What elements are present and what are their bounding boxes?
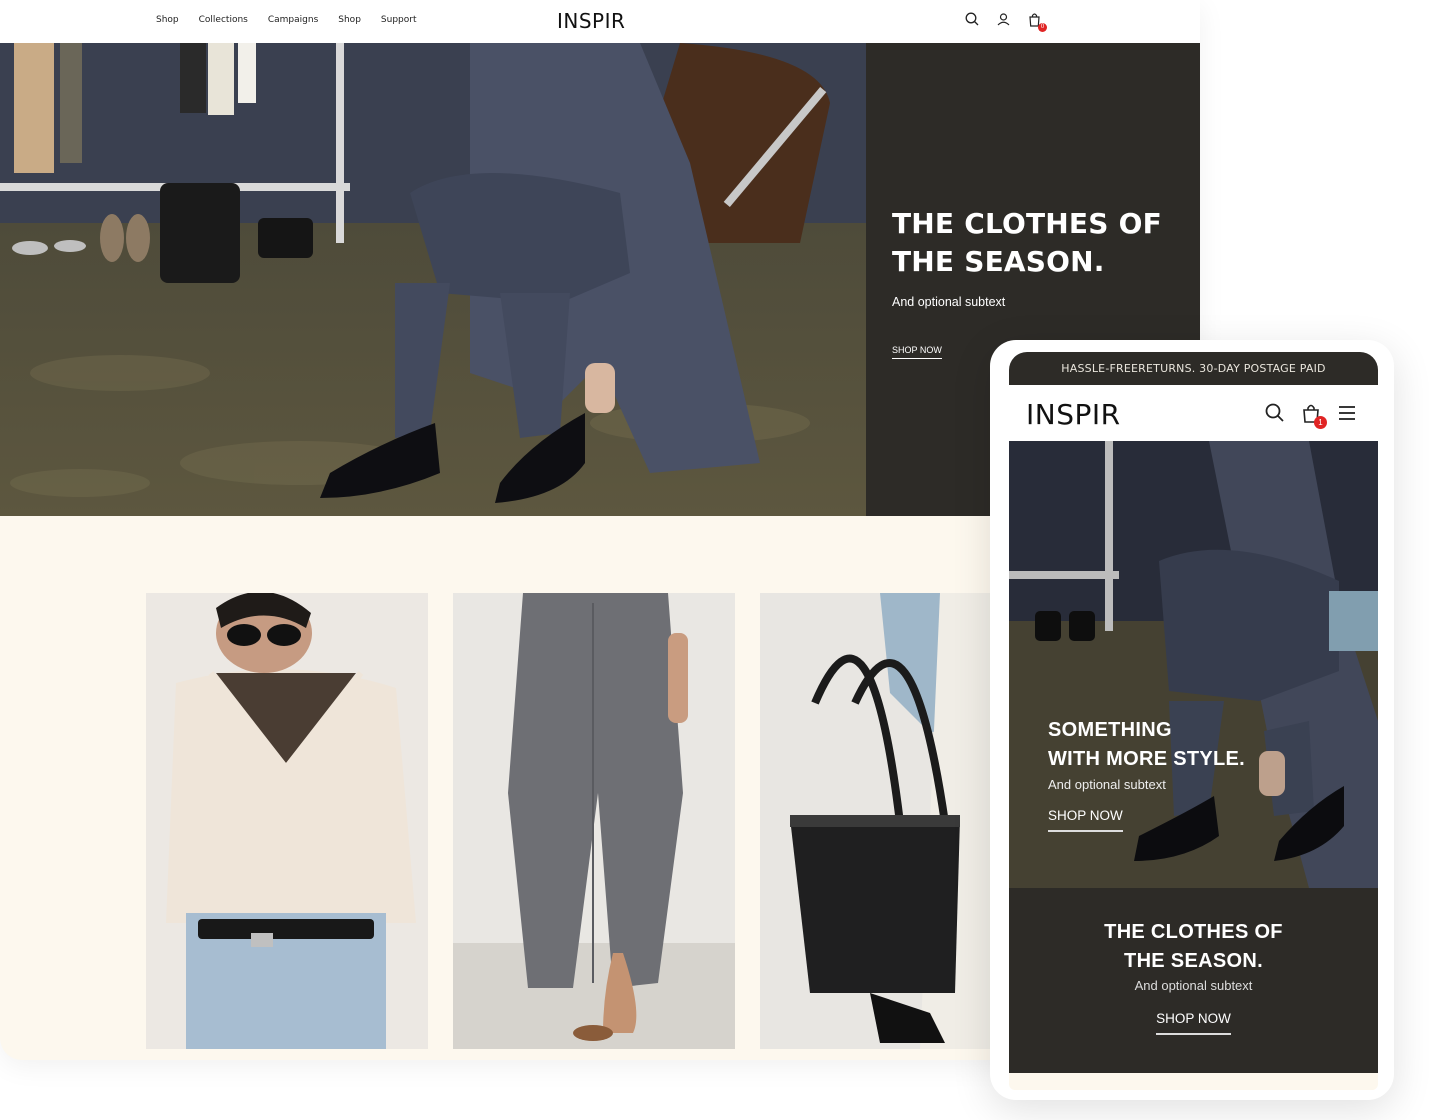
hero-title: THE CLOTHES OF THE SEASON. [892, 207, 1162, 278]
mobile-device-frame: HASSLE-FREERETURNS. 30-DAY POSTAGE PAID … [990, 340, 1394, 1100]
search-icon[interactable] [1264, 402, 1286, 424]
desktop-header: Shop Collections Campaigns Shop Support … [0, 0, 1200, 43]
nav-campaigns[interactable]: Campaigns [268, 15, 318, 25]
mobile-promo-shop-now-link[interactable]: SHOP NOW [1156, 1011, 1231, 1035]
mobile-logo[interactable]: INSPIR [1026, 398, 1121, 431]
mobile-promo-section: THE CLOTHES OF THE SEASON. And optional … [1009, 888, 1378, 1073]
mobile-header: INSPIR 1 [1009, 385, 1378, 441]
header-icons: 0 [964, 11, 1047, 32]
announcement-bar: HASSLE-FREERETURNS. 30-DAY POSTAGE PAID [1009, 352, 1378, 385]
hero-copy: THE CLOTHES OF THE SEASON. And optional … [892, 205, 1182, 359]
site-logo[interactable]: INSPIR [557, 9, 625, 33]
hero-subtitle: And optional subtext [892, 295, 1006, 309]
nav-support[interactable]: Support [381, 15, 417, 25]
search-icon[interactable] [964, 11, 981, 28]
cart-icon[interactable]: 1 [1300, 402, 1327, 429]
hero-photo [0, 43, 866, 516]
cart-icon[interactable]: 0 [1026, 11, 1047, 32]
account-icon[interactable] [995, 11, 1012, 28]
mobile-cart-count-badge: 1 [1314, 416, 1327, 429]
mobile-hero-shop-now-link[interactable]: SHOP NOW [1048, 808, 1123, 832]
mobile-hero-copy: SOMETHING WITH MORE STYLE. And optional … [1048, 716, 1245, 832]
nav-shop-2[interactable]: Shop [338, 15, 361, 25]
mobile-hero: SOMETHING WITH MORE STYLE. And optional … [1009, 441, 1378, 888]
wide-trousers-photo[interactable] [453, 593, 735, 1049]
mobile-hero-subtitle: And optional subtext [1048, 777, 1166, 792]
mobile-promo-title: THE CLOTHES OF THE SEASON. [1104, 921, 1283, 972]
cart-count-badge: 0 [1038, 23, 1047, 32]
nav-shop[interactable]: Shop [156, 15, 179, 25]
menu-icon[interactable] [1336, 402, 1358, 424]
mobile-header-icons: 1 [1264, 402, 1358, 429]
nav-collections[interactable]: Collections [199, 15, 248, 25]
sweater-look-photo[interactable] [146, 593, 428, 1049]
mobile-footer-strip [1009, 1073, 1378, 1090]
mobile-hero-title: SOMETHING WITH MORE STYLE. [1048, 719, 1246, 770]
mobile-promo-subtitle: And optional subtext [1134, 978, 1253, 993]
showcase-stage: Shop Collections Campaigns Shop Support … [0, 0, 1430, 1120]
mobile-screen: HASSLE-FREERETURNS. 30-DAY POSTAGE PAID … [1009, 352, 1378, 1090]
main-nav: Shop Collections Campaigns Shop Support [156, 15, 436, 25]
hero-shop-now-link[interactable]: SHOP NOW [892, 345, 942, 359]
